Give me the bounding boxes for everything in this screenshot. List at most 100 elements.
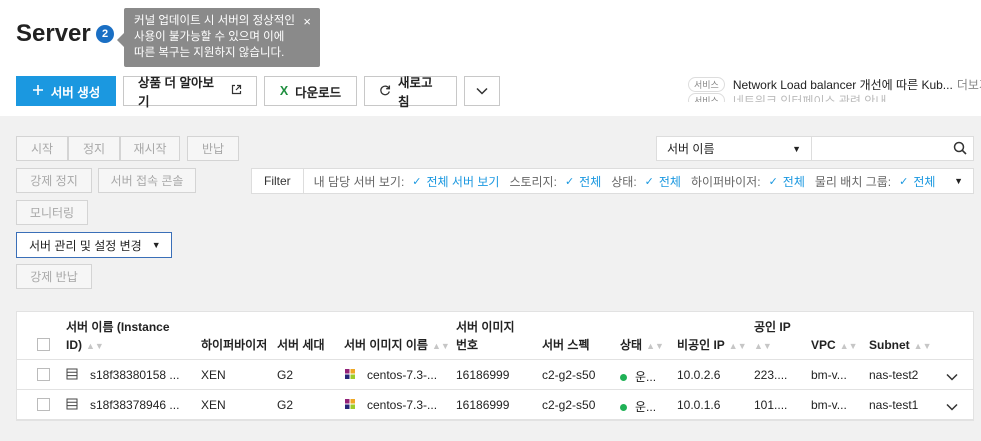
close-icon[interactable]: × (303, 14, 311, 30)
sort-icon[interactable]: ▲▼ (914, 341, 932, 351)
filter-key: 스토리지: (509, 174, 557, 189)
vpc: bm-v... (811, 398, 847, 412)
col-server-name[interactable]: 서버 이름 (Instance ID) ▲▼ (66, 318, 170, 355)
sort-icon[interactable]: ▲▼ (729, 341, 747, 351)
start-button[interactable]: 시작 (16, 136, 68, 161)
filter-value: 전체 (782, 174, 805, 189)
more-options-button[interactable] (464, 76, 500, 106)
status-dot-icon (620, 404, 627, 412)
learn-more-button[interactable]: 상품 더 알아보기 (123, 76, 257, 109)
stop-button[interactable]: 정지 (68, 136, 120, 161)
vpc: bm-v... (811, 368, 847, 382)
chevron-down-icon[interactable] (946, 400, 958, 414)
tooltip-text: 커널 업데이트 시 서버의 정상적인 사용이 불가능할 수 있으며 이에 따른 … (134, 15, 295, 59)
restart-button[interactable]: 재시작 (120, 136, 180, 161)
col-label: ID) (66, 338, 82, 352)
image-no: 16186999 (456, 368, 510, 382)
search-input[interactable] (812, 136, 974, 161)
status-badge: 운... (620, 398, 656, 415)
notice-ticker: 서비스 Network Load balancer 개선에 따른 Kub... … (688, 76, 981, 102)
filter-placement-group[interactable]: 물리 배치 그룹: ✓ 전체 (815, 173, 936, 190)
col-label: 상태 (620, 338, 643, 352)
status-dot-icon (620, 374, 627, 382)
filter-label: Filter (252, 169, 304, 193)
row-checkbox[interactable] (37, 398, 50, 411)
sort-icon[interactable]: ▲▼ (840, 341, 858, 351)
filter-value: 전체 (579, 174, 602, 189)
check-icon: ✓ (899, 175, 909, 188)
col-private-ip[interactable]: 비공인 IP ▲▼ (677, 336, 747, 355)
search-field-select[interactable]: 서버 이름 ▼ (656, 136, 812, 161)
filter-key: 물리 배치 그룹: (814, 174, 892, 189)
col-label: 공인 IP (754, 320, 791, 334)
status-badge: 운... (620, 368, 656, 385)
col-subnet[interactable]: Subnet ▲▼ (869, 336, 932, 355)
server-manage-dropdown[interactable]: 서버 관리 및 설정 변경 ▼ (16, 232, 172, 258)
sort-icon[interactable]: ▲▼ (754, 341, 772, 351)
filter-my-servers[interactable]: 내 담당 서버 보기: ✓ 전체 서버 보기 (314, 173, 500, 190)
private-ip: 10.0.2.6 (677, 368, 721, 382)
table-row[interactable]: s18f38380158 ... XEN G2 centos-7.3-... 1… (17, 360, 973, 390)
col-public-ip[interactable]: 공인 IP ▲▼ (754, 318, 791, 355)
monitoring-button[interactable]: 모니터링 (16, 200, 88, 225)
sort-icon[interactable]: ▲▼ (646, 341, 664, 351)
public-ip: 223.... (754, 368, 788, 382)
server-spec: c2-g2-s50 (542, 398, 596, 412)
server-name[interactable]: s18f38378946 ... (90, 398, 179, 412)
col-label: 번호 (456, 338, 479, 352)
caret-down-icon[interactable]: ▼ (954, 176, 963, 186)
filter-storage[interactable]: 스토리지: ✓ 전체 (509, 173, 601, 190)
filter-key: 하이퍼바이저: (690, 174, 761, 189)
download-button[interactable]: X 다운로드 (264, 76, 357, 106)
force-stop-button[interactable]: 강제 정지 (16, 168, 92, 193)
filter-value: 전체 (658, 174, 681, 189)
notice-item[interactable]: 서비스 Network Load balancer 개선에 따른 Kub... … (688, 76, 981, 92)
col-vpc[interactable]: VPC ▲▼ (811, 336, 858, 355)
check-icon: ✓ (564, 175, 575, 188)
search-icon[interactable] (953, 141, 967, 158)
filter-value: 전체 서버 보기 (426, 174, 500, 189)
generation: G2 (277, 398, 294, 412)
col-image-name[interactable]: 서버 이미지 이름 ▲▼ (344, 336, 450, 355)
return-button[interactable]: 반납 (187, 136, 239, 161)
server-icon (66, 398, 78, 413)
learn-more-label: 상품 더 알아보기 (138, 76, 214, 109)
filter-hypervisor[interactable]: 하이퍼바이저: ✓ 전체 (691, 173, 805, 190)
server-name[interactable]: s18f38380158 ... (90, 368, 179, 382)
refresh-button[interactable]: 새로고침 (364, 76, 457, 109)
col-hypervisor: 하이퍼바이저 (201, 338, 268, 352)
select-all-checkbox[interactable] (37, 338, 50, 351)
filter-bar[interactable]: Filter 내 담당 서버 보기: ✓ 전체 서버 보기 스토리지: ✓ 전체… (251, 168, 974, 194)
check-icon: ✓ (768, 175, 778, 188)
check-icon: ✓ (644, 175, 654, 188)
server-console-button[interactable]: 서버 접속 콘솔 (98, 168, 196, 193)
info-badge[interactable]: 2 (96, 25, 114, 43)
refresh-label: 새로고침 (398, 76, 433, 109)
generation: G2 (277, 368, 294, 382)
chevron-down-icon[interactable] (946, 370, 958, 384)
create-server-button[interactable]: 서버 생성 (16, 76, 116, 106)
public-ip: 101.... (754, 398, 788, 412)
sort-icon[interactable]: ▲▼ (86, 341, 104, 351)
table-row[interactable]: s18f38378946 ... XEN G2 centos-7.3-... 1… (17, 390, 973, 420)
hypervisor: XEN (201, 368, 226, 382)
check-icon: ✓ (412, 175, 422, 188)
col-status[interactable]: 상태 ▲▼ (620, 336, 664, 355)
excel-icon: X (279, 84, 289, 98)
sort-icon[interactable]: ▲▼ (432, 341, 450, 351)
subnet: nas-test2 (869, 368, 919, 382)
search-field-label: 서버 이름 (667, 142, 715, 156)
table-header: 서버 이름 (Instance ID) ▲▼ 하이퍼바이저 서버 세대 서버 이미… (17, 312, 973, 360)
external-link-icon (231, 84, 242, 98)
image-name: centos-7.3-... (367, 368, 438, 382)
subnet: nas-test1 (869, 398, 919, 412)
notice-text[interactable]: Network Load balancer 개선에 따른 Kub... (733, 76, 953, 93)
server-list-panel: 시작 정지 재시작 반납 강제 정지 서버 접속 콘솔 모니터링 서버 관리 및… (0, 116, 981, 441)
server-manage-label: 서버 관리 및 설정 변경 (29, 238, 142, 253)
col-label: VPC (811, 338, 836, 352)
row-checkbox[interactable] (37, 368, 50, 381)
col-spec: 서버 스펙 (542, 338, 590, 352)
filter-status[interactable]: 상태: ✓ 전체 (611, 173, 681, 190)
force-return-button[interactable]: 강제 반납 (16, 264, 92, 289)
notice-more-link[interactable]: 더보기 (957, 76, 981, 93)
